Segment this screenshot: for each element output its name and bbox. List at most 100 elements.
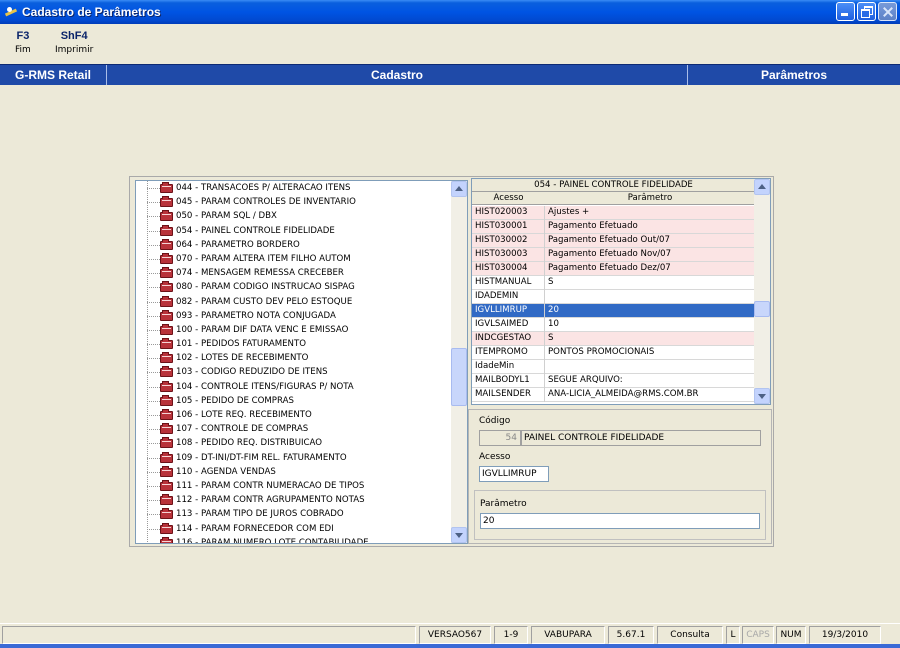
- imprimir-button[interactable]: ShF4 Imprimir: [55, 30, 93, 55]
- folder-icon: [160, 508, 173, 520]
- grid-row[interactable]: HIST020003 Ajustes +: [472, 206, 755, 220]
- restore-button[interactable]: [857, 2, 876, 21]
- acesso-label: Acesso: [479, 452, 511, 462]
- tree-item[interactable]: 080 - PARAM CODIGO INSTRUCAO SISPAG: [136, 280, 453, 294]
- tree-item[interactable]: 105 - PEDIDO DE COMPRAS: [136, 394, 453, 408]
- tree-item-label: 108 - PEDIDO REQ. DISTRIBUICAO: [176, 438, 323, 449]
- scroll-up-arrow-icon[interactable]: [754, 179, 770, 195]
- column-acesso[interactable]: Acesso: [472, 192, 545, 204]
- grid-row[interactable]: HISTMANUAL S: [472, 276, 755, 290]
- scroll-down-arrow-icon[interactable]: [754, 388, 770, 404]
- grid-row[interactable]: MAILBODYL1 SEGUE ARQUIVO:: [472, 374, 755, 388]
- tree-item[interactable]: 102 - LOTES DE RECEBIMENTO: [136, 351, 453, 365]
- tree-item-label: 045 - PARAM CONTROLES DE INVENTARIO: [176, 197, 356, 208]
- tree-item-label: 109 - DT-INI/DT-FIM REL. FATURAMENTO: [176, 452, 347, 463]
- grid-row[interactable]: INDCGESTAO S: [472, 332, 755, 346]
- bottom-edge: [0, 644, 900, 648]
- status-bar: VERSAO567 1-9 VABUPARA 5.67.1 Consulta L…: [0, 623, 900, 644]
- tree-item[interactable]: 064 - PARAMETRO BORDERO: [136, 238, 453, 252]
- fim-key: F3: [16, 30, 30, 42]
- tree-item[interactable]: 111 - PARAM CONTR NUMERACAO DE TIPOS: [136, 479, 453, 493]
- cell-acesso: MAILSENDER: [472, 388, 545, 402]
- cell-acesso: IGVLLIMRUP: [472, 304, 545, 318]
- tree-item[interactable]: 070 - PARAM ALTERA ITEM FILHO AUTOM: [136, 252, 453, 266]
- tree-item-label: 106 - LOTE REQ. RECEBIMENTO: [176, 410, 312, 420]
- tree-item-label: 102 - LOTES DE RECEBIMENTO: [176, 353, 309, 364]
- tree-item-label: 044 - TRANSACOES P/ ALTERACAO ITENS: [176, 183, 351, 193]
- window-title: Cadastro de Parâmetros: [22, 5, 161, 19]
- grid-row[interactable]: HIST030003 Pagamento Efetuado Nov/07: [472, 248, 755, 262]
- tree-item-label: 107 - CONTROLE DE COMPRAS: [176, 424, 309, 435]
- tree-item[interactable]: 107 - CONTROLE DE COMPRAS: [136, 422, 453, 436]
- folder-icon: [160, 423, 173, 435]
- status-range: 1-9: [494, 626, 528, 644]
- header-band: G-RMS Retail Cadastro Parâmetros: [0, 64, 900, 85]
- tree-scrollbar[interactable]: [451, 181, 467, 543]
- tree-scroll-thumb[interactable]: [451, 347, 467, 406]
- parametro-label: Parâmetro: [480, 499, 527, 509]
- tree-item[interactable]: 110 - AGENDA VENDAS: [136, 465, 453, 479]
- status-version: VERSAO567: [419, 626, 491, 644]
- grid-row[interactable]: IGVLLIMRUP 20: [472, 304, 755, 318]
- cell-parametro: PONTOS PROMOCIONAIS: [548, 347, 655, 357]
- scroll-up-arrow-icon[interactable]: [451, 181, 467, 197]
- tree-item[interactable]: 106 - LOTE REQ. RECEBIMENTO: [136, 408, 453, 422]
- tree-item[interactable]: 082 - PARAM CUSTO DEV PELO ESTOQUE: [136, 295, 453, 309]
- tree-item-label: 104 - CONTROLE ITENS/FIGURAS P/ NOTA: [176, 381, 354, 392]
- grid-row[interactable]: IDADEMIN: [472, 290, 755, 304]
- cell-parametro: S: [548, 277, 554, 287]
- tree-item[interactable]: 101 - PEDIDOS FATURAMENTO: [136, 337, 453, 351]
- codigo-description: PAINEL CONTROLE FIDELIDADE: [521, 430, 761, 446]
- tree-item[interactable]: 100 - PARAM DIF DATA VENC E EMISSAO: [136, 323, 453, 337]
- tree-item-label: 103 - CODIGO REDUZIDO DE ITENS: [176, 367, 328, 378]
- tree-item-label: 112 - PARAM CONTR AGRUPAMENTO NOTAS: [176, 495, 365, 506]
- grid-row[interactable]: IGVLSAIMED 10: [472, 318, 755, 332]
- tree-item[interactable]: 044 - TRANSACOES P/ ALTERACAO ITENS: [136, 181, 453, 195]
- tree-item[interactable]: 054 - PAINEL CONTROLE FIDELIDADE: [136, 224, 453, 238]
- tree-item-label: 070 - PARAM ALTERA ITEM FILHO AUTOM: [176, 253, 351, 264]
- scroll-down-arrow-icon[interactable]: [451, 527, 467, 543]
- fim-button[interactable]: F3 Fim: [15, 30, 31, 55]
- tree-item[interactable]: 108 - PEDIDO REQ. DISTRIBUICAO: [136, 436, 453, 450]
- tree-item[interactable]: 074 - MENSAGEM REMESSA CRECEBER: [136, 266, 453, 280]
- grid-scroll-thumb[interactable]: [754, 301, 770, 318]
- cell-parametro: 10: [548, 319, 559, 329]
- grid-row[interactable]: IdadeMin: [472, 360, 755, 374]
- tree-item[interactable]: 103 - CODIGO REDUZIDO DE ITENS: [136, 365, 453, 379]
- grid-row[interactable]: ITEMPROMO PONTOS PROMOCIONAIS: [472, 346, 755, 360]
- grid-scrollbar[interactable]: [754, 179, 770, 404]
- cell-acesso: IDADEMIN: [472, 290, 545, 304]
- close-button[interactable]: [878, 2, 897, 21]
- tree-item[interactable]: 045 - PARAM CONTROLES DE INVENTARIO: [136, 195, 453, 209]
- tree-item[interactable]: 104 - CONTROLE ITENS/FIGURAS P/ NOTA: [136, 380, 453, 394]
- tree-item[interactable]: 109 - DT-INI/DT-FIM REL. FATURAMENTO: [136, 451, 453, 465]
- folder-icon: [160, 338, 173, 350]
- grid-row[interactable]: MAILSENDER ANA-LICIA_ALMEIDA@RMS.COM.BR: [472, 388, 755, 402]
- cell-acesso: HIST030002: [472, 234, 545, 248]
- tree-item-label: 054 - PAINEL CONTROLE FIDELIDADE: [176, 225, 335, 236]
- folder-icon: [160, 267, 173, 279]
- folder-icon: [160, 323, 173, 335]
- grid-row[interactable]: HIST030001 Pagamento Efetuado: [472, 220, 755, 234]
- folder-icon: [160, 295, 173, 307]
- parameter-tree[interactable]: 044 - TRANSACOES P/ ALTERACAO ITENS 045 -…: [135, 180, 468, 544]
- tree-item[interactable]: 050 - PARAM SQL / DBX: [136, 209, 453, 223]
- tree-item[interactable]: 093 - PARAMETRO NOTA CONJUGADA: [136, 309, 453, 323]
- tree-item[interactable]: 116 - PARAM NUMERO LOTE CONTABILIDADE: [136, 536, 453, 543]
- tree-item[interactable]: 113 - PARAM TIPO DE JUROS COBRADO: [136, 507, 453, 521]
- column-parametro[interactable]: Parâmetro: [545, 192, 755, 204]
- imprimir-key: ShF4: [60, 30, 88, 42]
- folder-icon: [160, 224, 173, 236]
- parametro-field[interactable]: 20: [480, 513, 760, 529]
- cell-acesso: HIST030004: [472, 262, 545, 276]
- tree-item-label: 100 - PARAM DIF DATA VENC E EMISSAO: [176, 324, 349, 335]
- folder-icon: [160, 196, 173, 208]
- grid-row[interactable]: HIST030002 Pagamento Efetuado Out/07: [472, 234, 755, 248]
- acesso-field[interactable]: IGVLLIMRUP: [479, 466, 549, 482]
- tree-item[interactable]: 114 - PARAM FORNECEDOR COM EDI: [136, 522, 453, 536]
- minimize-button[interactable]: [836, 2, 855, 21]
- tree-item[interactable]: 112 - PARAM CONTR AGRUPAMENTO NOTAS: [136, 493, 453, 507]
- tree-list: 044 - TRANSACOES P/ ALTERACAO ITENS 045 -…: [136, 181, 453, 543]
- grid-row[interactable]: HIST030004 Pagamento Efetuado Dez/07: [472, 262, 755, 276]
- window-controls: [836, 2, 897, 21]
